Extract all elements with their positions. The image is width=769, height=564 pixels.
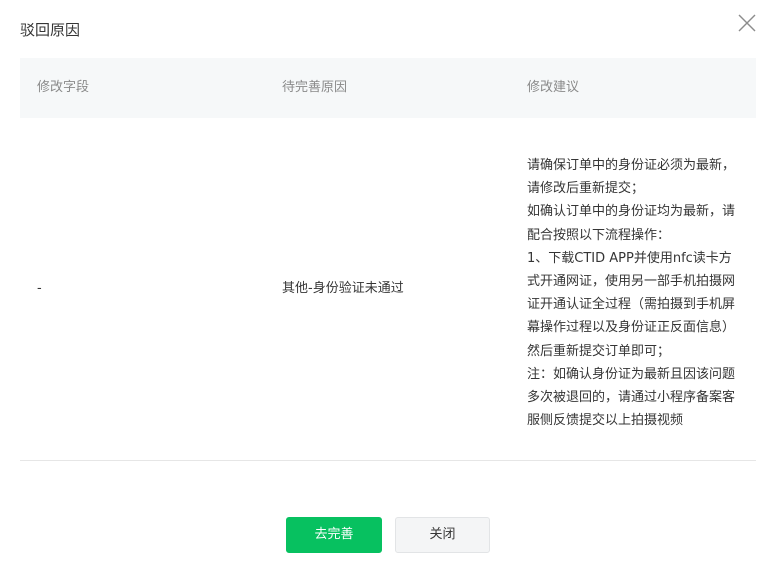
cell-field: - — [37, 281, 42, 296]
column-header-field: 修改字段 — [37, 80, 90, 95]
cell-reason: 其他-身份验证未通过 — [282, 281, 404, 296]
complete-button[interactable]: 去完善 — [286, 517, 382, 553]
reject-reason-dialog: 驳回原因 修改字段 待完善原因 修改建议 - 其他-身份验证未通过 请确保订单中… — [0, 0, 769, 564]
cell-advice: 请确保订单中的身份证必须为最新，请修改后重新提交； 如确认订单中的身份证均为最新… — [527, 158, 736, 429]
dialog-title: 驳回原因 — [20, 21, 81, 39]
close-icon[interactable] — [736, 12, 758, 34]
column-header-reason: 待完善原因 — [282, 80, 348, 95]
table-row: - 其他-身份验证未通过 请确保订单中的身份证必须为最新，请修改后重新提交； 如… — [20, 118, 756, 461]
table-header: 修改字段 待完善原因 修改建议 — [20, 58, 756, 118]
close-button[interactable]: 关闭 — [395, 517, 490, 553]
column-header-advice: 修改建议 — [527, 80, 580, 95]
